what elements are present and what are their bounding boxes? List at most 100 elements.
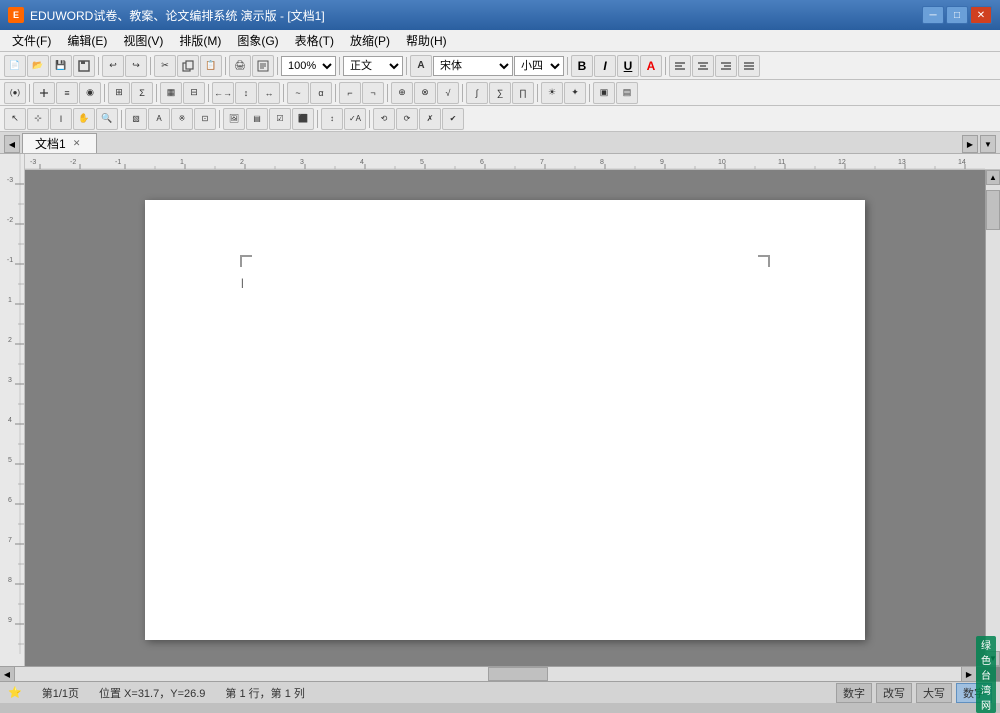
tab-expand-button[interactable]: ▶	[962, 135, 978, 153]
tb2-btn1[interactable]: (●)	[4, 82, 26, 104]
close-button[interactable]: ✕	[970, 6, 992, 24]
tab-menu-button[interactable]: ▼	[980, 135, 996, 153]
tb3-zoom-in[interactable]: 🔍	[96, 108, 118, 130]
tb3-btn11[interactable]: ✔	[442, 108, 464, 130]
tb2-btn5[interactable]: ⊞	[108, 82, 130, 104]
tb3-hand[interactable]: ✋	[73, 108, 95, 130]
tb3-text[interactable]: I	[50, 108, 72, 130]
font-size-select[interactable]: 小四	[514, 56, 564, 76]
font-icon-btn[interactable]: A	[410, 55, 432, 77]
tb2-btn16[interactable]: ⊕	[391, 82, 413, 104]
mode-number[interactable]: 数字	[836, 683, 872, 703]
preview-button[interactable]	[252, 55, 274, 77]
align-right-button[interactable]	[715, 55, 737, 77]
menu-edit[interactable]: 编辑(E)	[59, 30, 115, 51]
new-button[interactable]: 📄	[4, 55, 26, 77]
tb2-btn10[interactable]: ↕	[235, 82, 257, 104]
menu-view[interactable]: 视图(V)	[115, 30, 171, 51]
menu-layout[interactable]: 排版(M)	[171, 30, 229, 51]
tab-nav-left[interactable]: ◀	[4, 135, 20, 153]
toolbar3: ↖ ⊹ I ✋ 🔍 ▧ A ※ ⊡ 🖼 ▤ ☑ ⬛ ↕ ✓A ⟲ ⟳ ✗ ✔	[0, 106, 1000, 132]
tb2-btn14[interactable]: ⌐	[339, 82, 361, 104]
tb3-findreplace[interactable]: ↕	[321, 108, 343, 130]
tb2-btn25[interactable]: ▤	[616, 82, 638, 104]
tb3-btn5[interactable]: ▤	[246, 108, 268, 130]
redo-button[interactable]: ↪	[125, 55, 147, 77]
italic-button[interactable]: I	[594, 55, 616, 77]
tb3-cursor[interactable]: ↖	[4, 108, 26, 130]
tb2-btn3[interactable]: ≡	[56, 82, 78, 104]
tb2-btn23[interactable]: ✦	[564, 82, 586, 104]
tb3-select[interactable]: ⊹	[27, 108, 49, 130]
tab-close-button[interactable]: ✕	[70, 137, 84, 151]
tb2-btn24[interactable]: ▣	[593, 82, 615, 104]
page-nav-left-button[interactable]: ◀	[0, 667, 15, 681]
scroll-thumb[interactable]	[986, 190, 1000, 230]
tb3-btn7[interactable]: ⬛	[292, 108, 314, 130]
sep	[121, 110, 122, 128]
menu-help[interactable]: 帮助(H)	[398, 30, 455, 51]
menu-zoom[interactable]: 放缩(P)	[342, 30, 398, 51]
tb3-insert-img[interactable]: 🖼	[223, 108, 245, 130]
style-select[interactable]: 正文	[343, 56, 403, 76]
minimize-button[interactable]: ─	[922, 6, 944, 24]
scroll-up-button[interactable]: ▲	[986, 170, 1000, 185]
tb2-btn20[interactable]: ∑	[489, 82, 511, 104]
tb3-btn2[interactable]: A	[148, 108, 170, 130]
tb3-btn4[interactable]: ⊡	[194, 108, 216, 130]
hscroll-track[interactable]	[15, 667, 961, 681]
cut-button[interactable]: ✂	[154, 55, 176, 77]
tb2-btn18[interactable]: √	[437, 82, 459, 104]
align-justify-button[interactable]	[738, 55, 760, 77]
tb2-btn4[interactable]: ◉	[79, 82, 101, 104]
tab-label: 文档1	[35, 135, 66, 152]
tb3-btn9[interactable]: ⟳	[396, 108, 418, 130]
tb2-btn19[interactable]: ∫	[466, 82, 488, 104]
save-all-button[interactable]	[73, 55, 95, 77]
tb2-btn9[interactable]: ←→	[212, 82, 234, 104]
tb3-btn1[interactable]: ▧	[125, 108, 147, 130]
zoom-select[interactable]: 100% 75% 50% 150%	[281, 56, 336, 76]
tb2-btn22[interactable]: ☀	[541, 82, 563, 104]
tb3-btn6[interactable]: ☑	[269, 108, 291, 130]
sep2	[104, 84, 105, 102]
font-family-select[interactable]: 宋体	[433, 56, 513, 76]
scroll-track[interactable]	[986, 185, 1000, 651]
mode-overwrite[interactable]: 改写	[876, 683, 912, 703]
document-tab[interactable]: 文档1 ✕	[22, 133, 97, 153]
underline-button[interactable]: U	[617, 55, 639, 77]
align-left-button[interactable]	[669, 55, 691, 77]
tb2-btn7[interactable]: ▦	[160, 82, 182, 104]
tb2-btn2[interactable]	[33, 82, 55, 104]
tb2-btn12[interactable]: ~	[287, 82, 309, 104]
color-button[interactable]: A	[640, 55, 662, 77]
paste-button[interactable]: 📋	[200, 55, 222, 77]
text-cursor[interactable]: |	[241, 278, 244, 289]
undo-button[interactable]: ↩	[102, 55, 124, 77]
print-button[interactable]: 🖨	[229, 55, 251, 77]
svg-text:-1: -1	[115, 159, 121, 166]
tb2-btn17[interactable]: ⊗	[414, 82, 436, 104]
page-nav-right-button[interactable]: ▶	[961, 667, 976, 681]
menu-table[interactable]: 表格(T)	[287, 30, 342, 51]
tb3-btn10[interactable]: ✗	[419, 108, 441, 130]
tb2-btn6[interactable]: Σ	[131, 82, 153, 104]
tb3-spellcheck[interactable]: ✓A	[344, 108, 366, 130]
tb2-btn15[interactable]: ¬	[362, 82, 384, 104]
bold-button[interactable]: B	[571, 55, 593, 77]
save-button[interactable]: 💾	[50, 55, 72, 77]
tb3-btn8[interactable]: ⟲	[373, 108, 395, 130]
tb2-btn8[interactable]: ⊟	[183, 82, 205, 104]
menu-file[interactable]: 文件(F)	[4, 30, 59, 51]
open-button[interactable]: 📂	[27, 55, 49, 77]
maximize-button[interactable]: □	[946, 6, 968, 24]
tb2-btn13[interactable]: α	[310, 82, 332, 104]
tb2-btn21[interactable]: ∏	[512, 82, 534, 104]
menu-image[interactable]: 图象(G)	[229, 30, 286, 51]
tb3-btn3[interactable]: ※	[171, 108, 193, 130]
hscroll-thumb[interactable]	[488, 667, 548, 681]
align-center-button[interactable]	[692, 55, 714, 77]
tb2-btn11[interactable]: ↔	[258, 82, 280, 104]
mode-caps[interactable]: 大写	[916, 683, 952, 703]
copy-button[interactable]	[177, 55, 199, 77]
